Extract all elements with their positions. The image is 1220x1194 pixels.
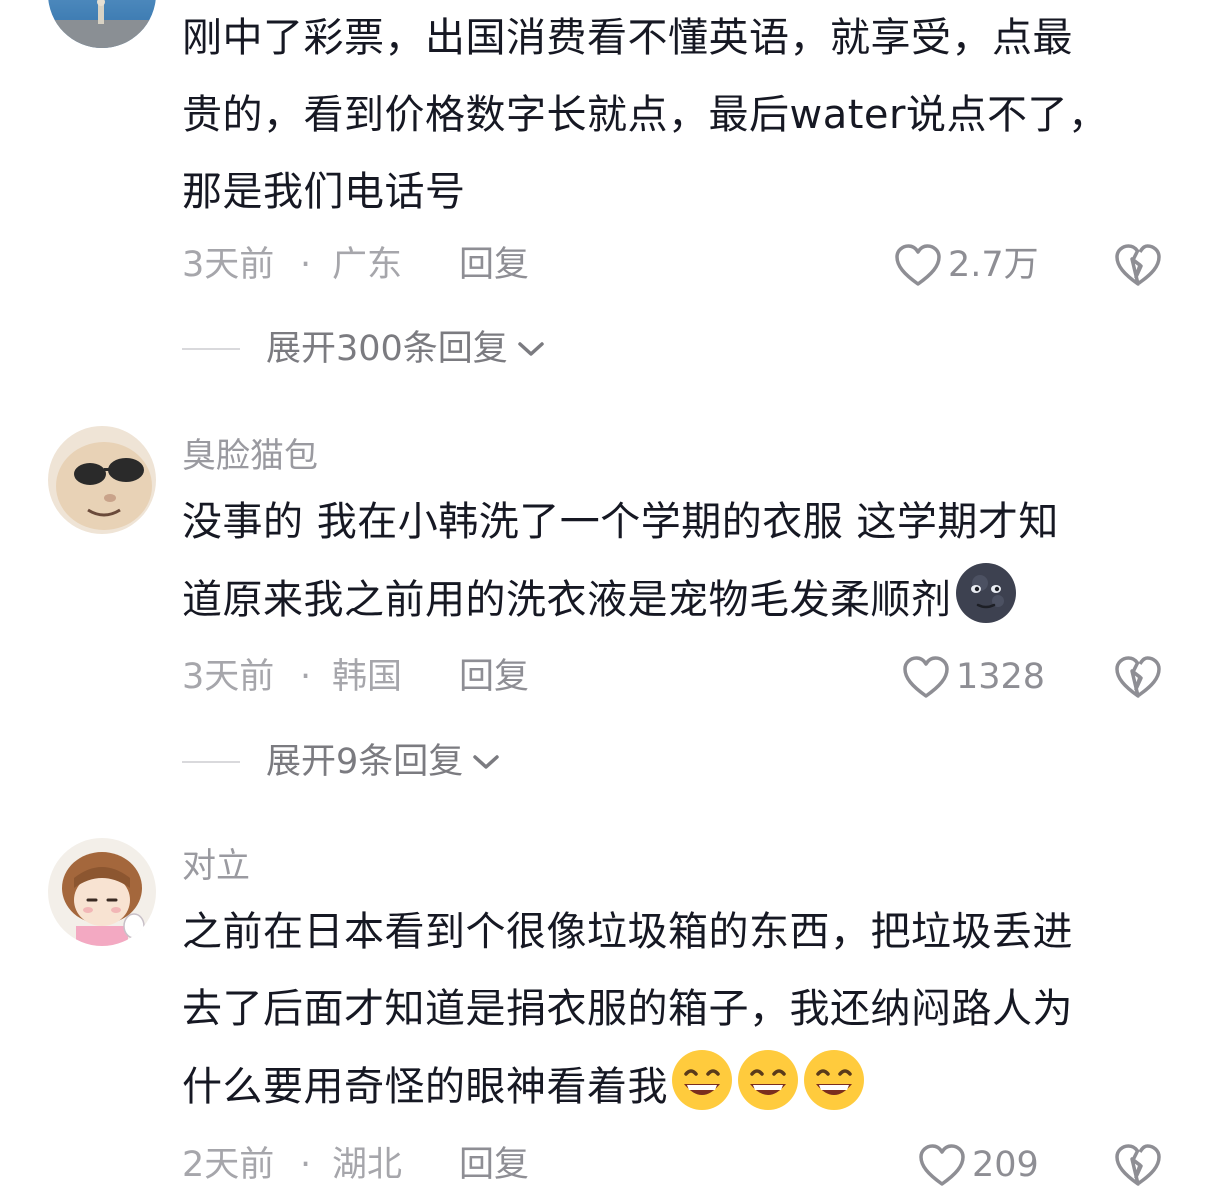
divider: [182, 761, 240, 763]
like-count: 1328: [956, 657, 1046, 697]
timestamp: 2天前: [182, 1145, 275, 1185]
comment-line: 去了后面才知道是捐衣服的箱子，我还纳闷路人为: [182, 986, 1073, 1032]
comment-meta: 2天前 · 湖北 回复 209: [182, 1140, 1220, 1190]
divider: [182, 348, 240, 350]
ip-region: 广东: [332, 245, 403, 285]
like-button[interactable]: 2.7万: [894, 240, 1039, 290]
grinning-face-emoji: [672, 1050, 732, 1110]
expand-replies-label: 展开9条回复: [266, 742, 464, 782]
comment-text: 之前在日本看到个很像垃圾箱的东西，把垃圾丢进 去了后面才知道是捐衣服的箱子，我还…: [182, 894, 1182, 1125]
grinning-face-emoji: [738, 1050, 798, 1110]
reply-button[interactable]: 回复: [459, 652, 529, 702]
separator: ·: [300, 1145, 312, 1185]
chevron-down-icon: [473, 755, 500, 769]
heart-outline-icon: [903, 656, 949, 698]
chevron-down-icon: [518, 342, 544, 356]
comment-meta: 3天前 · 韩国 回复 1328: [182, 652, 1220, 702]
broken-heart-icon[interactable]: [1114, 1143, 1162, 1187]
username[interactable]: 对立: [182, 846, 250, 886]
expand-replies-button[interactable]: 展开9条回复: [182, 737, 501, 787]
avatar[interactable]: [48, 426, 156, 534]
comment-line: 那是我们电话号: [182, 169, 466, 215]
grinning-face-emoji: [804, 1050, 864, 1110]
timestamp: 3天前: [182, 245, 275, 285]
comment-text: 刚中了彩票，出国消费看不懂英语，就享受，点最 贵的，看到价格数字长就点，最后wa…: [182, 0, 1182, 231]
ip-region: 韩国: [332, 657, 403, 697]
comment-line: 没事的 我在小韩洗了一个学期的衣服 这学期才知: [182, 499, 1059, 545]
comment-line: 贵的，看到价格数字长就点，最后water说点不了，: [182, 92, 1109, 138]
comment-line: 刚中了彩票，出国消费看不懂英语，就享受，点最: [182, 15, 1073, 61]
heart-outline-icon: [895, 244, 941, 286]
comment-meta: 3天前 · 广东 回复 2.7万: [182, 240, 1220, 290]
reply-button[interactable]: 回复: [459, 240, 529, 290]
comment-line: 道原来我之前用的洗衣液是宠物毛发柔顺剂: [182, 561, 1182, 638]
separator: ·: [300, 245, 312, 285]
expand-replies-label: 展开300条回复: [266, 329, 508, 369]
avatar[interactable]: [48, 838, 156, 946]
separator: ·: [300, 657, 312, 697]
comment-text: 没事的 我在小韩洗了一个学期的衣服 这学期才知 道原来我之前用的洗衣液是宠物毛发…: [182, 484, 1182, 638]
broken-heart-icon[interactable]: [1114, 243, 1162, 287]
username[interactable]: 臭脸猫包: [182, 436, 318, 476]
broken-heart-icon[interactable]: [1114, 655, 1162, 699]
new-moon-face-emoji: [955, 563, 1016, 623]
expand-replies-button[interactable]: 展开300条回复: [182, 324, 546, 374]
like-count: 209: [972, 1145, 1039, 1185]
avatar[interactable]: [48, 0, 156, 48]
heart-outline-icon: [919, 1144, 965, 1186]
like-button[interactable]: 209: [918, 1140, 1039, 1190]
ip-region: 湖北: [332, 1145, 403, 1185]
timestamp: 3天前: [182, 657, 275, 697]
comment-line: 什么要用奇怪的眼神看着我: [182, 1048, 1182, 1125]
comment-line: 之前在日本看到个很像垃圾箱的东西，把垃圾丢进: [182, 909, 1073, 955]
reply-button[interactable]: 回复: [459, 1140, 529, 1190]
like-button[interactable]: 1328: [902, 652, 1045, 702]
like-count: 2.7万: [948, 245, 1039, 285]
